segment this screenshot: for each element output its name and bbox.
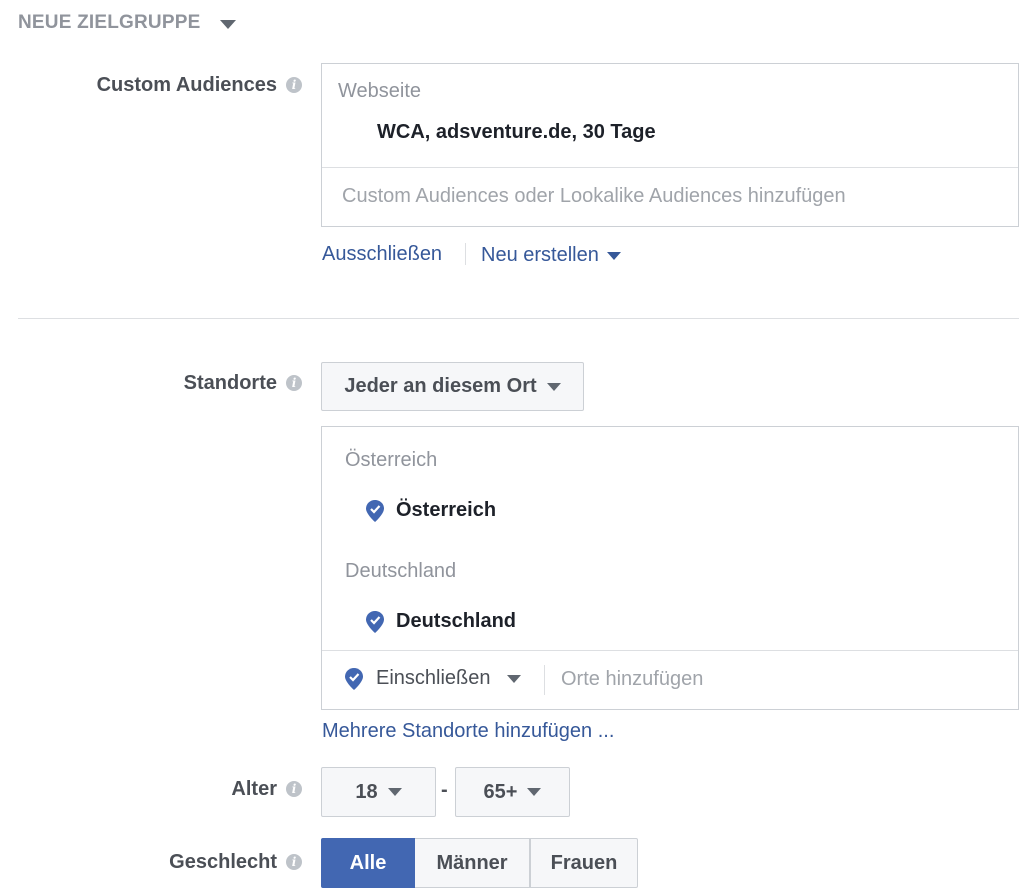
- locations-label: Standorte: [183, 371, 277, 394]
- gender-label-row: Geschlecht i: [0, 849, 302, 875]
- age-label-row: Alter i: [0, 776, 302, 802]
- custom-audiences-group-label: Webseite: [338, 80, 422, 102]
- info-icon[interactable]: i: [286, 854, 302, 870]
- locations-label-row: Standorte i: [0, 370, 302, 396]
- section-divider: [18, 318, 1019, 319]
- location-type-dropdown[interactable]: Jeder an diesem Ort: [321, 362, 584, 411]
- custom-audience-selected-item[interactable]: WCA, adsventure.de, 30 Tage: [377, 121, 656, 144]
- chevron-down-icon: [527, 788, 542, 796]
- location-pin-icon: [366, 610, 384, 633]
- link-separator: [465, 243, 466, 265]
- custom-audiences-label: Custom Audiences: [96, 73, 277, 96]
- age-separator: -: [441, 779, 448, 801]
- age-max-value: 65+: [483, 780, 518, 803]
- gender-label: Geschlecht: [169, 850, 277, 873]
- custom-audiences-divider: [322, 167, 1018, 168]
- create-new-link[interactable]: Neu erstellen: [481, 244, 621, 267]
- gender-option-men[interactable]: Männer: [415, 838, 530, 888]
- locations-divider: [322, 650, 1018, 651]
- info-icon[interactable]: i: [286, 77, 302, 93]
- add-multiple-locations-link[interactable]: Mehrere Standorte hinzufügen ...: [322, 720, 614, 743]
- custom-audiences-label-row: Custom Audiences i: [0, 72, 302, 98]
- exclude-link[interactable]: Ausschließen: [322, 243, 442, 266]
- location-pin-icon: [366, 499, 384, 522]
- create-new-label: Neu erstellen: [481, 244, 599, 266]
- location-pin-icon: [345, 667, 363, 690]
- gender-option-all[interactable]: Alle: [321, 838, 415, 888]
- audience-header[interactable]: NEUE ZIELGRUPPE: [18, 12, 237, 34]
- chevron-down-icon: [506, 674, 521, 683]
- age-max-dropdown[interactable]: 65+: [455, 767, 570, 817]
- locations-box: Österreich Österreich Deutschland Deutsc…: [321, 426, 1019, 710]
- location-group-label: Deutschland: [345, 560, 457, 582]
- location-item-label: Österreich: [396, 499, 497, 521]
- gender-option-women[interactable]: Frauen: [530, 838, 638, 888]
- location-search-input[interactable]: Orte hinzufügen: [561, 668, 703, 691]
- age-label: Alter: [231, 777, 277, 800]
- include-value: Einschließen: [376, 667, 491, 689]
- chevron-down-icon: [606, 251, 621, 260]
- location-item-label: Deutschland: [396, 610, 517, 632]
- age-min-value: 18: [355, 780, 378, 803]
- location-item[interactable]: Österreich: [366, 499, 496, 522]
- custom-audiences-search-input[interactable]: Custom Audiences oder Lookalike Audience…: [342, 185, 846, 208]
- chevron-down-icon: [546, 382, 561, 391]
- chevron-down-icon: [387, 788, 402, 796]
- chevron-down-icon[interactable]: [220, 20, 237, 29]
- location-input-separator: [544, 665, 545, 695]
- audience-header-title: NEUE ZIELGRUPPE: [18, 12, 201, 33]
- gender-segmented-control: Alle Männer Frauen: [321, 838, 638, 888]
- info-icon[interactable]: i: [286, 781, 302, 797]
- location-item[interactable]: Deutschland: [366, 610, 516, 633]
- age-min-dropdown[interactable]: 18: [321, 767, 436, 817]
- include-exclude-dropdown[interactable]: Einschließen: [345, 667, 521, 690]
- location-type-value: Jeder an diesem Ort: [344, 375, 537, 397]
- custom-audiences-box: Webseite WCA, adsventure.de, 30 Tage Cus…: [321, 63, 1019, 227]
- location-group-label: Österreich: [345, 449, 438, 471]
- info-icon[interactable]: i: [286, 375, 302, 391]
